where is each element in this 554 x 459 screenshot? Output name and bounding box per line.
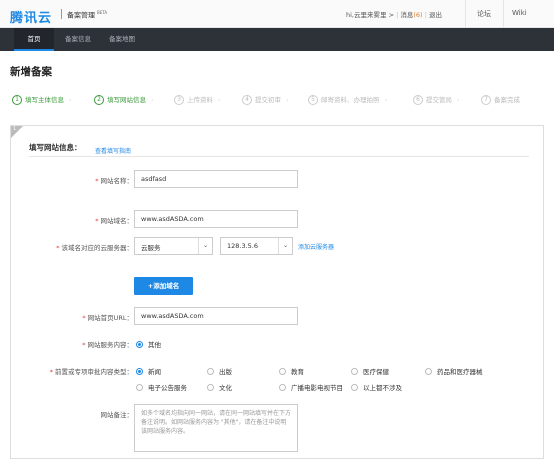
cloud-server-label: * 该域名对应的云服务器： [56, 244, 133, 252]
homepage-label: * 网站首页URL： [82, 314, 133, 322]
messages-link[interactable]: 消息 [400, 11, 413, 19]
cloud-type-value: 云服务 [141, 244, 161, 252]
wiki-link[interactable]: Wiki [512, 9, 527, 17]
chevron-down-icon: ⌄ [198, 238, 212, 254]
approval-label: * 前置或专项审批内容类型： [49, 368, 133, 376]
server-ip-value: 128.3.5.6 [227, 242, 259, 250]
user-area: hi,云里来雾里 > | 消息(6) | 退出 [346, 11, 442, 19]
nav-record-map[interactable]: 备案地图 [100, 28, 144, 51]
user-dropdown-icon[interactable]: > [389, 11, 394, 19]
step-number: 3 [174, 95, 184, 105]
header-divider [503, 0, 504, 28]
add-server-link[interactable]: 添加云服务器 [298, 242, 334, 251]
guide-link[interactable]: 查看填写指南 [95, 146, 131, 155]
approval-radio-pharma[interactable]: 药品和医疗器械 [425, 366, 483, 376]
approval-radio-bbs[interactable]: 电子公告服务 [136, 382, 187, 392]
service-label: * 网站服务内容： [82, 341, 133, 349]
header-divider [465, 0, 466, 28]
nav-home[interactable]: 首页 [14, 28, 54, 51]
approval-radio-news[interactable]: 新闻 [136, 366, 161, 376]
site-name-label: * 网站名称： [95, 177, 133, 185]
step-number: 1 [12, 95, 22, 105]
domain-label: * 网站域名： [95, 217, 133, 225]
approval-radio-publishing[interactable]: 出版 [207, 366, 232, 376]
domain-input[interactable]: www.asdASDA.com [134, 210, 298, 228]
step-label: 提交初审 [255, 96, 281, 104]
step-label: 提交管局 [426, 96, 452, 104]
chevron-down-icon: ⌄ [278, 238, 292, 254]
website-info-panel: 1 填写网站信息： 查看填写指南 * 网站名称： asdfasd * 网站域名： w… [10, 125, 544, 459]
section-title: 填写网站信息： [29, 143, 82, 152]
remark-textarea[interactable]: 如多个域名均指向同一网站，请在同一网站填写并在下方备注说明。如网站服务内容为 "… [134, 404, 298, 452]
step-3: 3 上传资料 › [174, 94, 221, 105]
logout-link[interactable]: 退出 [429, 11, 442, 19]
logo[interactable]: 腾讯云 [10, 7, 52, 26]
approval-radio-broadcast[interactable]: 广播电影电视节目 [279, 382, 343, 392]
system-name-text: 备案管理 [67, 11, 95, 20]
step-6: 6 提交管局 › [413, 94, 460, 105]
system-name: 备案管理 BETA [67, 10, 107, 20]
step-number: 5 [308, 95, 318, 105]
forum-link[interactable]: 论坛 [477, 9, 491, 19]
remark-label: 网站备注： [100, 411, 134, 419]
main-nav: 首页 备案信息 备案地图 [0, 28, 554, 51]
step-1: 1 填写主体信息 › [12, 94, 72, 105]
step-number: 7 [481, 95, 491, 105]
approval-radio-education[interactable]: 教育 [279, 366, 304, 376]
step-4: 4 提交初审 › [242, 94, 289, 105]
server-ip-select[interactable]: 128.3.5.6 ⌄ [220, 237, 293, 255]
step-label: 邮寄资料、办理拍照 [321, 96, 380, 104]
nav-record-info[interactable]: 备案信息 [56, 28, 100, 51]
step-2: 2 填写网站信息 › [94, 94, 154, 105]
section-divider [29, 156, 529, 157]
add-domain-button[interactable]: +添加域名 [134, 277, 193, 295]
step-number: 4 [242, 95, 252, 105]
step-7: 7 备案完成 [481, 94, 520, 105]
site-name-input[interactable]: asdfasd [134, 170, 298, 188]
step-label: 填写网站信息 [107, 96, 146, 104]
service-radio-other[interactable]: 其他 [136, 339, 161, 349]
top-header: 腾讯云 备案管理 BETA hi,云里来雾里 > | 消息(6) | 退出 论坛 … [0, 0, 554, 28]
user-greeting[interactable]: hi,云里来雾里 [346, 11, 387, 19]
approval-radio-culture[interactable]: 文化 [207, 382, 232, 392]
panel-corner-number: 1 [13, 126, 17, 132]
approval-radio-none[interactable]: 以上都不涉及 [351, 382, 402, 392]
approval-radio-healthcare[interactable]: 医疗保健 [351, 366, 389, 376]
beta-badge: BETA [97, 10, 108, 15]
step-number: 6 [413, 95, 423, 105]
step-5: 5 邮寄资料、办理拍照 › [308, 94, 387, 105]
step-label: 上传资料 [187, 96, 213, 104]
step-number: 2 [94, 95, 104, 105]
progress-steps: 1 填写主体信息 › 2 填写网站信息 › 3 上传资料 › 4 提交初审 › 5 邮寄资料、办理… [8, 90, 546, 112]
message-count[interactable]: (6) [413, 11, 422, 19]
step-label: 备案完成 [494, 96, 520, 104]
step-label: 填写主体信息 [25, 96, 64, 104]
logo-divider [61, 9, 62, 19]
page-title: 新增备案 [10, 66, 52, 78]
homepage-input[interactable]: www.asdASDA.com [134, 307, 298, 325]
cloud-type-select[interactable]: 云服务 ⌄ [134, 237, 213, 255]
